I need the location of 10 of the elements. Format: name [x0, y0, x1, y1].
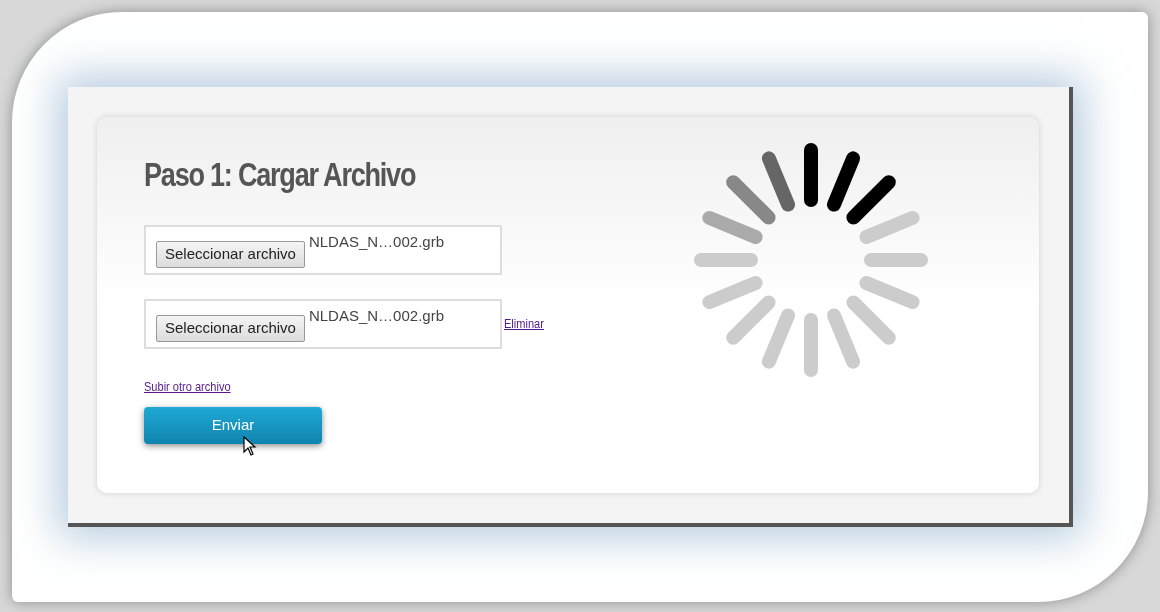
file-name: NLDAS_N…002.grb	[308, 306, 444, 326]
page-heading: Paso 1: Cargar Archivo	[144, 155, 417, 195]
remove-link[interactable]: Eliminar	[504, 313, 544, 333]
choose-file-button[interactable]: Seleccionar archivo	[156, 241, 305, 268]
file-name: NLDAS_N…002.grb	[308, 232, 444, 252]
choose-file-button[interactable]: Seleccionar archivo	[156, 315, 305, 342]
file-input[interactable]: Seleccionar archivo NLDAS_N…002.grb	[144, 225, 502, 275]
upload-another-link[interactable]: Subir otro archivo	[144, 377, 231, 397]
file-input[interactable]: Seleccionar archivo NLDAS_N…002.grb	[144, 299, 502, 349]
cursor-icon	[243, 435, 257, 456]
